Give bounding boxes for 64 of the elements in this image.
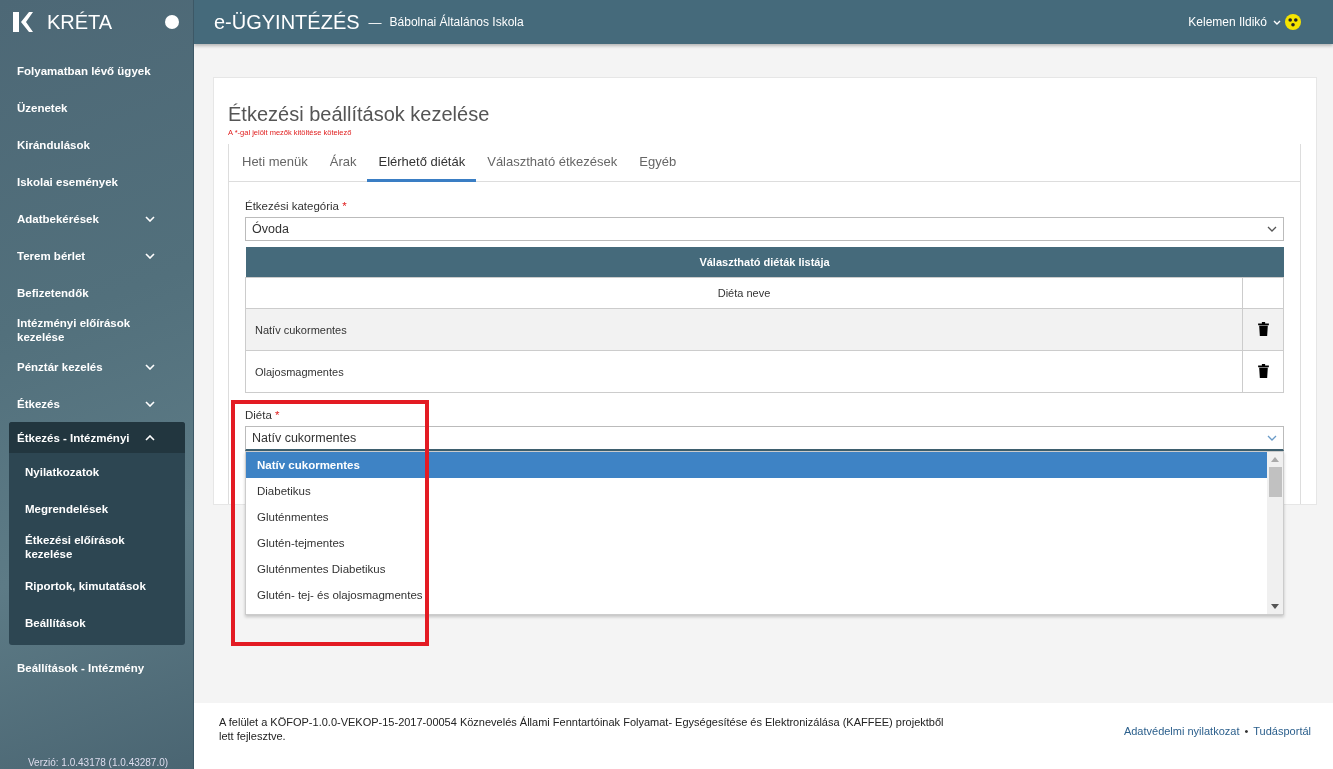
category-select[interactable]: Óvoda [245,217,1284,241]
menu-item[interactable]: Adatbekérések [0,200,193,237]
dropdown-option[interactable]: Gluténmentes [246,504,1267,530]
menu-item[interactable]: Folyamatban lévő ügyek [0,52,193,89]
scroll-down-icon[interactable] [1271,604,1279,609]
footer-note: A felület a KÖFOP-1.0.0-VEKOP-15-2017-00054 Köznevelés Állami Fenntartóinak Folyamat- Egységesítése és Elektronizálása (KAFFEE) projektből lett fejlesztve. [219,715,945,743]
chevron-down-icon [1267,226,1277,232]
trash-icon[interactable] [1257,363,1269,378]
knowledge-link[interactable]: Tudásportál [1253,725,1311,737]
menu-item[interactable]: Étkezés [0,385,193,422]
school-name: Bábolnai Általános Iskola [389,15,524,29]
separator-text: — [368,14,382,30]
menu-item[interactable]: Kirándulások [0,126,193,163]
submenu-item[interactable]: Beállítások [9,604,185,641]
dropdown-option[interactable]: Natív cukormentes [246,452,1267,478]
table-title: Választható diéták listája [245,247,1284,278]
tab[interactable]: Egyéb [628,144,688,182]
submenu-item[interactable]: Étkezési előírások kezelése [9,527,185,567]
field-label: Diéta [245,409,272,421]
dropdown-option[interactable]: Gluténmentes Diabetikus [246,556,1267,582]
menu-item[interactable]: Befizetendők [0,274,193,311]
menu-item[interactable]: Üzenetek [0,89,193,126]
tab[interactable]: Elérhető diéták [367,144,477,182]
scrollbar[interactable] [1267,452,1283,614]
menu-item[interactable]: Pénztár kezelés [0,348,193,385]
chevron-down-icon [145,215,155,222]
version-text: Verzió: 1.0.43178 (1.0.43287.0) [28,757,169,768]
submenu-item[interactable]: Megrendelések [9,490,185,527]
app-title: e-ÜGYINTÉZÉS [214,10,360,34]
menu-item[interactable]: Terem bérlet [0,237,193,274]
menu-item[interactable]: Étkezés - Intézményi [9,422,185,453]
required-mark: * [342,200,347,212]
circle-icon[interactable] [165,15,179,29]
tab[interactable]: Választható étkezések [476,144,629,182]
chevron-down-icon [145,252,155,259]
submenu-item[interactable]: Riportok, kimutatások [9,567,185,604]
menu-item[interactable]: Intézményi előírások kezelése [0,311,193,348]
column-header: Diéta neve [245,277,1243,309]
dropdown-option[interactable]: Diabetikus [246,478,1267,504]
avatar-icon[interactable] [1285,14,1301,30]
logo-icon [13,12,33,32]
dropdown-option[interactable]: Glutén-tejmentes [246,530,1267,556]
tab[interactable]: Heti menük [231,144,319,182]
chevron-down-icon [145,400,155,407]
chevron-down-icon [145,363,155,370]
app-name: KRÉTA [47,10,114,34]
required-mark: * [275,409,280,421]
chevron-down-icon [1267,435,1277,441]
dropdown-option[interactable]: Glutén- tej- és olajosmagmentes [246,582,1267,608]
tab[interactable]: Árak [318,144,368,182]
field-label: Étkezési kategória [245,200,339,212]
table-cell: Natív cukormentes [245,308,1243,351]
menu-item[interactable]: Beállítások - Intézmény [0,649,193,686]
chevron-up-icon [145,434,155,441]
page-title: Étkezési beállítások kezelése [228,103,491,126]
user-menu[interactable]: Kelemen Ildikó [1188,15,1267,29]
scrollbar-thumb[interactable] [1268,467,1282,497]
submenu-item[interactable]: Nyilatkozatok [9,453,185,490]
separator-text: • [1244,725,1249,737]
privacy-link[interactable]: Adatvédelmi nyilatkozat [1123,725,1240,737]
caret-icon[interactable] [1273,19,1281,25]
table-cell: Olajosmagmentes [245,350,1243,393]
trash-icon[interactable] [1257,321,1269,336]
menu-item[interactable]: Iskolai események [0,163,193,200]
